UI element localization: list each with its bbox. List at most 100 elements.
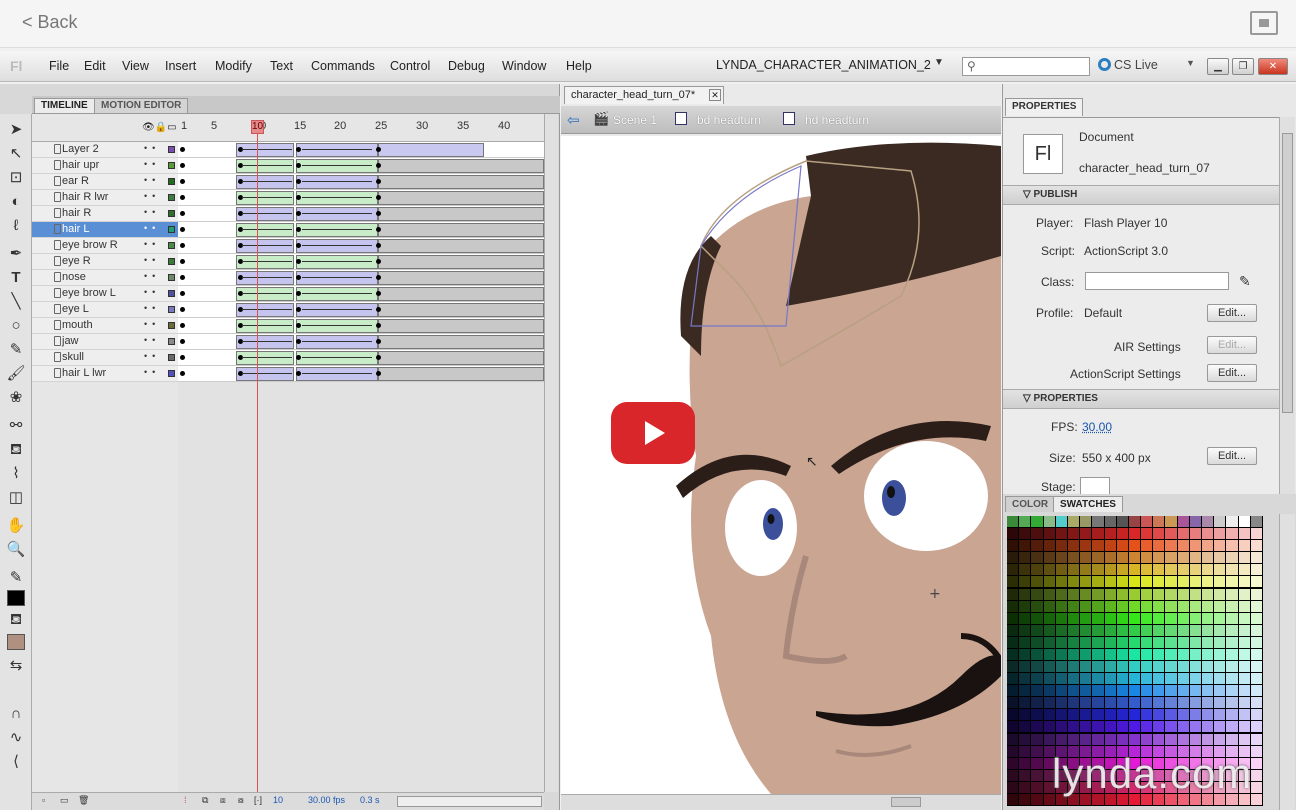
color-swatch[interactable]	[1104, 733, 1116, 745]
outline-color-square[interactable]	[168, 194, 175, 201]
as-edit-button[interactable]: Edit...	[1207, 364, 1257, 382]
color-swatch[interactable]	[1043, 552, 1055, 564]
properties-section-header[interactable]: ▽ PROPERTIES	[1003, 389, 1279, 409]
color-swatch[interactable]	[1067, 540, 1080, 552]
color-swatch[interactable]	[1226, 528, 1238, 540]
color-swatch[interactable]	[1250, 540, 1262, 552]
color-swatch[interactable]	[1043, 528, 1055, 540]
color-swatch[interactable]	[1067, 661, 1080, 673]
visibility-lock-dots[interactable]: ••	[144, 303, 160, 313]
empty-span[interactable]	[378, 159, 544, 173]
keyframe[interactable]	[376, 275, 381, 280]
chevron-down-icon[interactable]: ▼	[934, 57, 944, 68]
tween-span[interactable]	[236, 287, 294, 301]
color-swatch[interactable]	[1031, 516, 1043, 528]
color-swatch[interactable]	[1128, 576, 1141, 588]
stage-color-swatch[interactable]	[1080, 477, 1110, 495]
color-swatch[interactable]	[1055, 673, 1067, 685]
color-swatch[interactable]	[1031, 793, 1043, 805]
keyframe[interactable]	[376, 179, 381, 184]
layer-row[interactable]: hair upr ••	[32, 158, 178, 174]
color-swatch[interactable]	[1043, 600, 1055, 612]
color-swatch[interactable]	[1043, 733, 1055, 745]
tween-span[interactable]	[296, 223, 378, 237]
empty-span[interactable]	[378, 351, 544, 365]
color-swatch[interactable]	[1165, 733, 1177, 745]
keyframe[interactable]	[296, 323, 301, 328]
visibility-lock-dots[interactable]: ••	[144, 207, 160, 217]
color-swatch[interactable]	[1226, 648, 1238, 660]
color-swatch[interactable]	[1141, 612, 1153, 624]
color-swatch[interactable]	[1153, 540, 1165, 552]
restore-button[interactable]: ❐	[1232, 58, 1254, 75]
color-swatch[interactable]	[1007, 576, 1019, 588]
color-swatch[interactable]	[1019, 781, 1031, 793]
color-swatch[interactable]	[1177, 588, 1189, 600]
color-swatch[interactable]	[1141, 685, 1153, 697]
layer-row[interactable]: ear R ••	[32, 174, 178, 190]
color-swatch[interactable]	[1128, 612, 1141, 624]
color-swatch[interactable]	[1067, 636, 1080, 648]
tween-span[interactable]	[296, 335, 378, 349]
color-swatch[interactable]	[1238, 540, 1250, 552]
empty-span[interactable]	[378, 175, 544, 189]
color-swatch[interactable]	[1080, 612, 1092, 624]
keyframe[interactable]	[296, 195, 301, 200]
color-swatch[interactable]	[1250, 648, 1262, 660]
color-swatch[interactable]	[1116, 733, 1128, 745]
empty-span[interactable]	[378, 239, 544, 253]
color-swatch[interactable]	[1202, 685, 1214, 697]
color-swatch[interactable]	[1043, 661, 1055, 673]
color-swatch[interactable]	[1128, 588, 1141, 600]
color-swatch[interactable]	[1104, 624, 1116, 636]
keyframe[interactable]	[180, 211, 185, 216]
color-swatch[interactable]	[1067, 721, 1080, 733]
hand-tool-icon[interactable]: ✋	[6, 516, 26, 536]
color-swatch[interactable]	[1238, 636, 1250, 648]
color-swatch[interactable]	[1153, 516, 1165, 528]
color-swatch[interactable]	[1238, 733, 1250, 745]
properties-scrollbar[interactable]	[1279, 117, 1295, 494]
color-swatch[interactable]	[1189, 552, 1202, 564]
color-swatch[interactable]	[1067, 528, 1080, 540]
color-swatch[interactable]	[1116, 648, 1128, 660]
color-swatch[interactable]	[1238, 612, 1250, 624]
color-swatch[interactable]	[1202, 697, 1214, 709]
color-swatch[interactable]	[1226, 612, 1238, 624]
color-swatch[interactable]	[1116, 624, 1128, 636]
tab-timeline[interactable]: TIMELINE	[34, 98, 95, 113]
color-swatch[interactable]	[1019, 709, 1031, 721]
color-swatch[interactable]	[1153, 552, 1165, 564]
color-swatch[interactable]	[1165, 661, 1177, 673]
color-swatch[interactable]	[1007, 528, 1019, 540]
color-swatch[interactable]	[1092, 648, 1104, 660]
color-swatch[interactable]	[1007, 709, 1019, 721]
color-swatch[interactable]	[1250, 516, 1262, 528]
color-swatch[interactable]	[1067, 673, 1080, 685]
color-swatch[interactable]	[1128, 697, 1141, 709]
color-swatch[interactable]	[1177, 540, 1189, 552]
tween-span[interactable]	[236, 303, 294, 317]
color-swatch[interactable]	[1177, 673, 1189, 685]
color-swatch[interactable]	[1007, 516, 1019, 528]
color-swatch[interactable]	[1116, 709, 1128, 721]
color-swatch[interactable]	[1116, 636, 1128, 648]
visibility-lock-dots[interactable]: ••	[144, 351, 160, 361]
tween-span[interactable]	[236, 319, 294, 333]
color-swatch[interactable]	[1189, 624, 1202, 636]
color-swatch[interactable]	[1007, 564, 1019, 576]
color-swatch[interactable]	[1214, 721, 1226, 733]
keyframe[interactable]	[180, 227, 185, 232]
color-swatch[interactable]	[1031, 769, 1043, 781]
keyframe[interactable]	[296, 243, 301, 248]
eraser-tool-icon[interactable]: ◫	[6, 488, 26, 508]
playhead-handle[interactable]: 10	[251, 120, 264, 134]
tween-span[interactable]	[296, 255, 378, 269]
color-swatch[interactable]	[1104, 564, 1116, 576]
color-swatch[interactable]	[1080, 661, 1092, 673]
color-swatch[interactable]	[1238, 624, 1250, 636]
color-swatch[interactable]	[1092, 709, 1104, 721]
minimize-button[interactable]: ▁	[1207, 58, 1229, 75]
color-swatch[interactable]	[1226, 636, 1238, 648]
color-swatch[interactable]	[1092, 721, 1104, 733]
